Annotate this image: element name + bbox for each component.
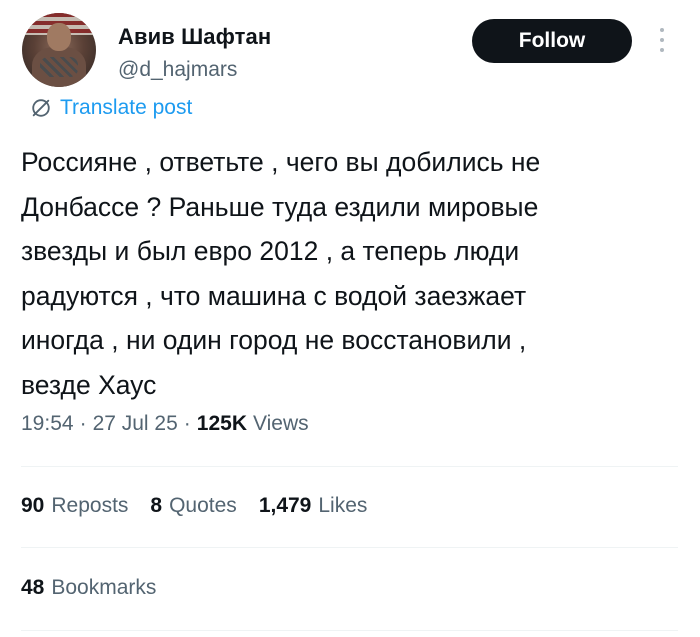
bookmarks-stat[interactable]: 48 Bookmarks (21, 576, 156, 600)
translate-post-label: Translate post (60, 96, 193, 119)
post-detail: Авив Шафтан @d_hajmars Follow Translate … (0, 0, 700, 637)
post-time[interactable]: 19:54 (21, 412, 74, 436)
author-display-name[interactable]: Авив Шафтан (118, 24, 271, 50)
meta-separator: · (79, 412, 87, 435)
divider (21, 630, 678, 631)
post-text: Россияне , ответьте , чего вы добились н… (21, 147, 541, 400)
views-label: Views (253, 412, 309, 435)
meta-separator: · (183, 412, 191, 435)
reposts-label: Reposts (51, 494, 129, 517)
likes-count: 1,479 (258, 494, 312, 517)
divider (21, 466, 678, 467)
likes-stat[interactable]: 1,479 Likes (259, 494, 368, 518)
follow-button[interactable]: Follow (472, 19, 632, 63)
bookmarks-label: Bookmarks (51, 576, 157, 599)
avatar[interactable] (22, 13, 96, 87)
post-date[interactable]: 27 Jul 25 (93, 412, 178, 436)
avatar-tattoo (40, 57, 78, 77)
author-handle[interactable]: @d_hajmars (118, 58, 237, 82)
vertical-ellipsis-icon[interactable] (659, 28, 665, 56)
quotes-count: 8 (150, 494, 163, 517)
likes-label: Likes (318, 494, 368, 517)
quotes-label: Quotes (169, 494, 237, 517)
divider (21, 547, 678, 548)
translate-post-link[interactable]: Translate post (30, 95, 192, 121)
avatar-head (47, 23, 71, 51)
quotes-stat[interactable]: 8 Quotes (150, 494, 236, 518)
views-count: 125K (196, 412, 247, 435)
engagement-stats: 90 Reposts 8 Quotes 1,479 Likes (21, 494, 389, 518)
post-header: Авив Шафтан @d_hajmars Follow (20, 10, 680, 90)
post-meta: 19:54 · 27 Jul 25 · 125K Views (21, 412, 309, 436)
bookmarks-count: 48 (21, 576, 45, 599)
translate-globe-icon (32, 99, 50, 117)
reposts-stat[interactable]: 90 Reposts (21, 494, 128, 518)
reposts-count: 90 (21, 494, 45, 517)
